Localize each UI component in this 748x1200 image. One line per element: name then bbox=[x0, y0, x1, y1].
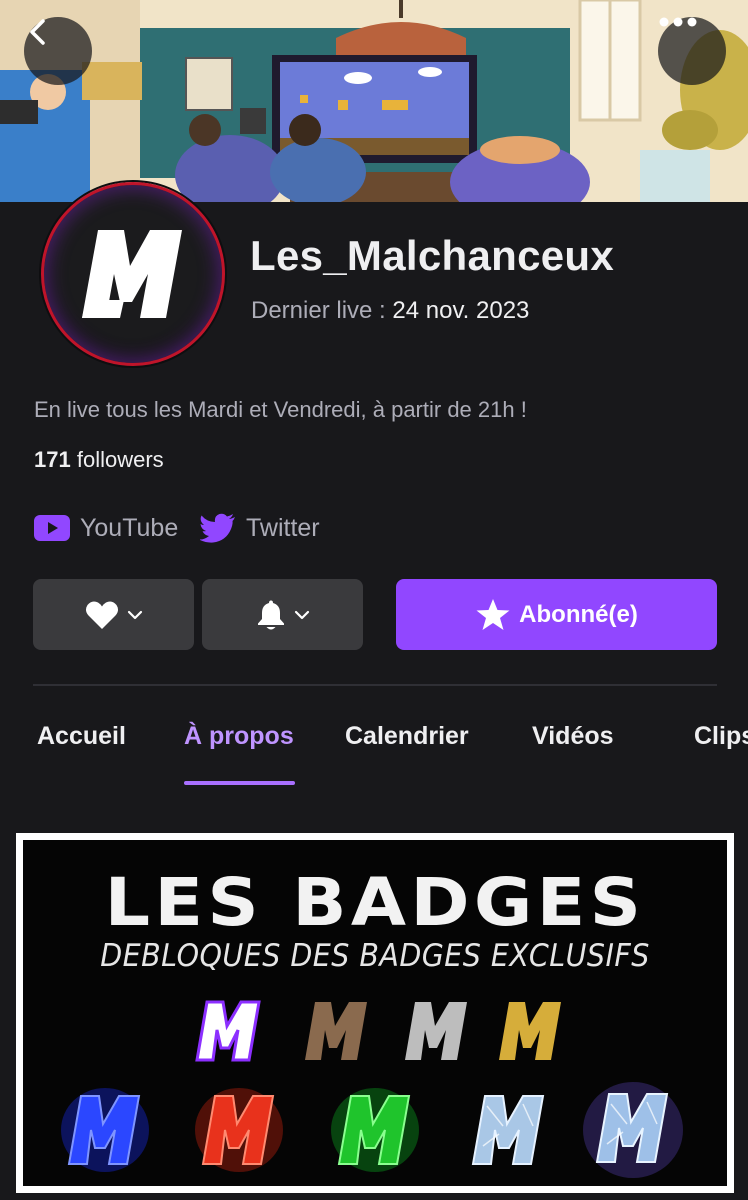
last-live-info: Dernier live : 24 nov. 2023 bbox=[251, 297, 529, 325]
notifications-button[interactable] bbox=[202, 579, 363, 650]
subscribed-label: Abonné(e) bbox=[519, 600, 638, 628]
tab-a-propos[interactable]: À propos bbox=[184, 722, 294, 751]
badge-bronze-icon bbox=[305, 1002, 367, 1060]
badge-green-icon bbox=[331, 1088, 419, 1172]
badges-panel[interactable]: LES BADGES DEBLOQUES DES BADGES EXCLUSIF… bbox=[16, 833, 734, 1193]
last-live-date: 24 nov. 2023 bbox=[392, 297, 530, 324]
chevron-down-icon bbox=[294, 610, 309, 619]
last-live-label: Dernier live : bbox=[251, 297, 386, 324]
social-link-twitter[interactable]: Twitter bbox=[200, 510, 320, 546]
tab-videos[interactable]: Vidéos bbox=[532, 722, 614, 751]
badge-diamond-icon bbox=[471, 1095, 545, 1165]
followers-count: 171 followers bbox=[34, 447, 164, 473]
more-options-button[interactable] bbox=[658, 17, 726, 85]
social-link-twitter-label: Twitter bbox=[246, 513, 320, 542]
followers-number: 171 bbox=[34, 447, 71, 472]
youtube-icon bbox=[34, 515, 70, 541]
more-dots-icon bbox=[659, 17, 697, 27]
ml-logo-icon bbox=[82, 230, 182, 318]
tab-calendrier[interactable]: Calendrier bbox=[345, 722, 469, 751]
banner-illustration bbox=[0, 0, 748, 202]
heart-icon bbox=[85, 600, 118, 629]
chevron-down-icon bbox=[127, 610, 142, 619]
active-tab-indicator bbox=[184, 781, 295, 785]
panel-title: LES BADGES bbox=[104, 864, 646, 941]
star-icon bbox=[476, 598, 510, 630]
channel-bio: En live tous les Mardi et Vendredi, à pa… bbox=[34, 397, 527, 422]
panel-subtitle: DEBLOQUES DES BADGES EXCLUSIFS bbox=[100, 938, 650, 974]
social-link-youtube-label: YouTube bbox=[80, 513, 179, 542]
back-button[interactable] bbox=[24, 17, 92, 85]
social-link-youtube[interactable]: YouTube bbox=[34, 510, 178, 546]
twitter-icon bbox=[200, 513, 235, 543]
chevron-left-icon bbox=[30, 19, 45, 45]
badge-purple-icon bbox=[195, 1000, 261, 1062]
channel-name: Les_Malchanceux bbox=[250, 232, 615, 279]
bell-icon bbox=[257, 600, 284, 629]
channel-banner bbox=[0, 0, 748, 202]
badge-red-icon bbox=[195, 1088, 283, 1172]
section-divider bbox=[33, 684, 717, 686]
badges-panel-image: LES BADGES DEBLOQUES DES BADGES EXCLUSIF… bbox=[23, 840, 727, 1186]
subscribed-button[interactable]: Abonné(e) bbox=[396, 579, 717, 650]
badge-diamond-glow-icon bbox=[583, 1082, 683, 1178]
follow-button[interactable] bbox=[33, 579, 194, 650]
badge-gold-icon bbox=[499, 1002, 561, 1060]
tab-accueil[interactable]: Accueil bbox=[37, 722, 126, 751]
followers-label: followers bbox=[76, 447, 164, 472]
badge-blue-icon bbox=[61, 1088, 149, 1172]
channel-avatar[interactable] bbox=[41, 182, 225, 366]
tab-clips[interactable]: Clips bbox=[694, 722, 748, 751]
badge-silver-icon bbox=[405, 1002, 467, 1060]
